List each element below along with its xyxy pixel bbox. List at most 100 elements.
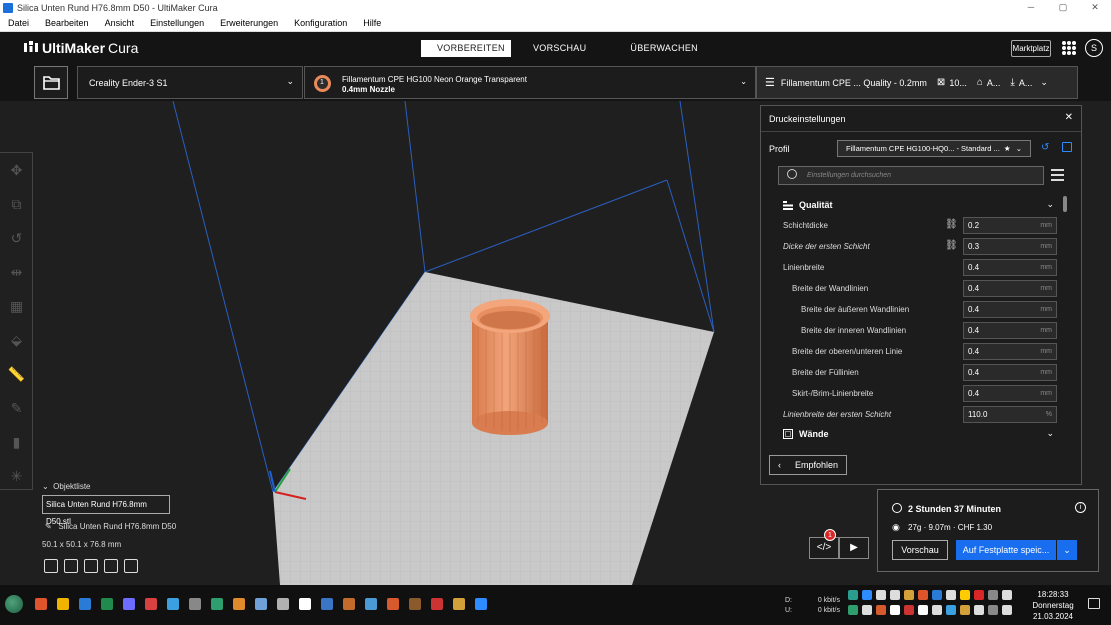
- profile-selector[interactable]: Fillamentum CPE HG100-HQ0... - Standard …: [837, 140, 1031, 157]
- setting-value-input[interactable]: 0.4 mm: [963, 322, 1057, 339]
- setting-value-input[interactable]: 0.2 mm: [963, 217, 1057, 234]
- start-button-icon[interactable]: [5, 595, 23, 613]
- tray-icon[interactable]: [974, 605, 984, 615]
- tray-icon[interactable]: [988, 605, 998, 615]
- cylinder-tool-icon[interactable]: ▮: [0, 425, 33, 459]
- notification-center-icon[interactable]: [1088, 598, 1100, 609]
- info-icon[interactable]: i: [1075, 502, 1086, 513]
- taskbar-app-icon[interactable]: [343, 598, 355, 610]
- close-window-button[interactable]: ✕: [1079, 0, 1111, 15]
- tray-icon[interactable]: [960, 605, 970, 615]
- open-file-button[interactable]: [34, 66, 68, 99]
- reset-icon[interactable]: ↺: [1041, 142, 1049, 153]
- tab-monitor[interactable]: ÜBERWACHEN: [614, 40, 714, 57]
- taskbar-clock[interactable]: 18:28:33 Donnerstag 21.03.2024: [1028, 589, 1078, 622]
- account-avatar[interactable]: S: [1085, 39, 1103, 57]
- object-list-item[interactable]: Silica Unten Rund H76.8mm D50.stl: [42, 495, 170, 526]
- taskbar-app-icon[interactable]: [475, 598, 487, 610]
- menu-extensions[interactable]: Erweiterungen: [212, 18, 286, 28]
- menu-edit[interactable]: Bearbeiten: [37, 18, 97, 28]
- setting-value-input[interactable]: 0.4 mm: [963, 301, 1057, 318]
- taskbar-app-icon[interactable]: [189, 598, 201, 610]
- menu-file[interactable]: Datei: [0, 18, 37, 28]
- recommended-button[interactable]: ‹ Empfohlen: [769, 455, 847, 475]
- taskbar-app-icon[interactable]: [321, 598, 333, 610]
- apps-grid-icon[interactable]: [1062, 41, 1076, 55]
- tray-icon[interactable]: [904, 590, 914, 600]
- save-icon[interactable]: [1062, 142, 1072, 152]
- tray-icon[interactable]: [918, 590, 928, 600]
- tab-prepare[interactable]: VORBEREITEN: [421, 40, 511, 57]
- save-options-dropdown[interactable]: ⌄: [1057, 540, 1077, 560]
- menu-settings[interactable]: Einstellungen: [142, 18, 212, 28]
- tray-icon[interactable]: [932, 590, 942, 600]
- support-blocker-icon[interactable]: ⬙: [0, 323, 33, 357]
- tray-icon[interactable]: [862, 590, 872, 600]
- view-left-icon[interactable]: [104, 559, 118, 573]
- taskbar-app-icon[interactable]: [299, 598, 311, 610]
- taskbar-app-icon[interactable]: [57, 598, 69, 610]
- setting-value-input[interactable]: 0.4 mm: [963, 385, 1057, 402]
- scale-tool-icon[interactable]: ⧉: [0, 187, 33, 221]
- tray-icon[interactable]: [946, 605, 956, 615]
- mirror-tool-icon[interactable]: ⇹: [0, 255, 33, 289]
- model-cylinder[interactable]: [470, 299, 550, 435]
- setting-value-input[interactable]: 0.4 mm: [963, 343, 1057, 360]
- save-to-disk-button[interactable]: Auf Festplatte speic...: [956, 540, 1056, 560]
- material-selector[interactable]: 1 Fillamentum CPE HG100 Neon Orange Tran…: [304, 66, 756, 99]
- view-front-icon[interactable]: [64, 559, 78, 573]
- tray-icon[interactable]: [890, 590, 900, 600]
- tray-icon[interactable]: [1002, 605, 1012, 615]
- tray-icon[interactable]: [848, 590, 858, 600]
- menu-view[interactable]: Ansicht: [97, 18, 143, 28]
- taskbar-app-icon[interactable]: [365, 598, 377, 610]
- taskbar-app-icon[interactable]: [35, 598, 47, 610]
- setting-value-input[interactable]: 0.4 mm: [963, 259, 1057, 276]
- settings-search-input[interactable]: Einstellungen durchsuchen: [778, 166, 1044, 185]
- taskbar-app-icon[interactable]: [277, 598, 289, 610]
- tree-support-icon[interactable]: ✳: [0, 459, 33, 493]
- rotate-tool-icon[interactable]: ↺: [0, 221, 33, 255]
- taskbar-app-icon[interactable]: [453, 598, 465, 610]
- section-quality[interactable]: Qualität ⌄: [778, 196, 1060, 213]
- tray-icon[interactable]: [960, 590, 970, 600]
- taskbar-app-icon[interactable]: [79, 598, 91, 610]
- object-list-toggle[interactable]: ⌄ Objektliste: [42, 482, 91, 491]
- section-walls[interactable]: Wände ⌄: [778, 425, 1060, 442]
- menu-help[interactable]: Hilfe: [355, 18, 389, 28]
- setting-value-input[interactable]: 0.3 mm: [963, 238, 1057, 255]
- tray-icon[interactable]: [988, 590, 998, 600]
- view-top-icon[interactable]: [84, 559, 98, 573]
- taskbar-app-icon[interactable]: [145, 598, 157, 610]
- preview-button[interactable]: Vorschau: [892, 540, 948, 560]
- settings-visibility-menu-icon[interactable]: [1051, 169, 1064, 184]
- tray-icon[interactable]: [876, 605, 886, 615]
- setting-value-input[interactable]: 0.4 mm: [963, 364, 1057, 381]
- tab-preview[interactable]: VORSCHAU: [517, 40, 602, 57]
- taskbar-app-icon[interactable]: [211, 598, 223, 610]
- tray-icon[interactable]: [904, 605, 914, 615]
- taskbar-app-icon[interactable]: [167, 598, 179, 610]
- taskbar-app-icon[interactable]: [101, 598, 113, 610]
- maximize-button[interactable]: ▢: [1047, 0, 1079, 15]
- taskbar-app-icon[interactable]: [431, 598, 443, 610]
- mesh-tool-icon[interactable]: ✎: [0, 391, 33, 425]
- marketplace-button[interactable]: Marktplatz: [1011, 40, 1051, 57]
- tray-icon[interactable]: [848, 605, 858, 615]
- settings-scrollbar[interactable]: [1063, 196, 1067, 212]
- measure-tool-icon[interactable]: 📏: [0, 357, 33, 391]
- menu-configuration[interactable]: Konfiguration: [286, 18, 355, 28]
- taskbar-app-icon[interactable]: [123, 598, 135, 610]
- view-3d-icon[interactable]: [44, 559, 58, 573]
- print-setup-selector[interactable]: ☰ Fillamentum CPE ... Quality - 0.2mm ⊠ …: [756, 66, 1078, 99]
- object-name-row[interactable]: ✎ Silica Unten Rund H76.8mm D50: [45, 522, 176, 531]
- taskbar-app-icon[interactable]: [255, 598, 267, 610]
- taskbar-app-icon[interactable]: [233, 598, 245, 610]
- tray-icon[interactable]: [876, 590, 886, 600]
- view-right-icon[interactable]: [124, 559, 138, 573]
- marketplace-plugin-button[interactable]: </> 1: [809, 529, 839, 559]
- link-icon[interactable]: ⛓: [945, 219, 958, 230]
- tray-icon[interactable]: [932, 605, 942, 615]
- per-model-settings-icon[interactable]: ▦: [0, 289, 33, 323]
- link-icon[interactable]: ⛓: [945, 240, 958, 251]
